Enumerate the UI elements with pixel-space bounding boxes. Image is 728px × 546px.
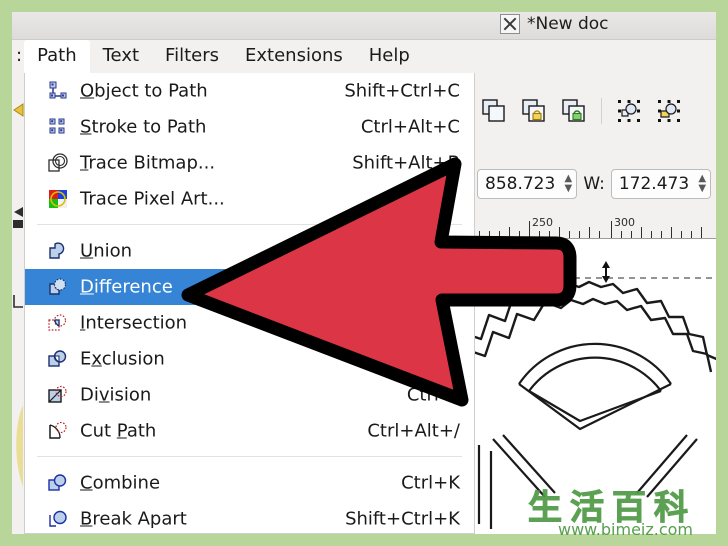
- window-title: *New doc: [527, 14, 609, 34]
- window-title-group: *New doc: [500, 14, 609, 34]
- editor-right-area: 858.723 ▲ ▼ W: 172.473 ▲ ▼ 250 300 *: [475, 73, 716, 534]
- unlock-object-icon[interactable]: [561, 98, 587, 124]
- difference-icon: [49, 278, 67, 295]
- menu-item-object-to-path[interactable]: Object to Path Shift+Ctrl+C: [25, 73, 474, 109]
- menubar-item-text[interactable]: Text: [90, 40, 152, 73]
- menubar-clipped-edge: :: [16, 45, 23, 66]
- object-to-path-icon: [49, 81, 67, 99]
- chevron-down-icon[interactable]: ▼: [564, 184, 572, 194]
- menu-item-accelerator: Shift+Ctrl+C: [344, 80, 460, 102]
- menu-item-division[interactable]: Division Ctrl+/: [25, 377, 474, 413]
- select-highlight-icon[interactable]: [656, 98, 682, 124]
- menu-separator-2: [37, 456, 462, 457]
- menu-item-stroke-to-path[interactable]: Stroke to Path Ctrl+Alt+C: [25, 109, 474, 145]
- width-value: 172.473: [618, 174, 690, 194]
- y-coordinate-spinner[interactable]: 858.723 ▲ ▼: [477, 169, 578, 199]
- union-icon: [49, 242, 65, 259]
- menu-item-label: Object to Path: [80, 80, 208, 102]
- vertical-resize-handle: [602, 261, 610, 283]
- menu-separator-1: [37, 224, 462, 225]
- menu-item-accelerator: Shift+Alt+B: [352, 152, 460, 174]
- menu-item-accelerator: Ctrl+K: [401, 472, 460, 494]
- screenshot-root: *New doc : Path Text Filters Extensions …: [0, 0, 728, 546]
- title-bar: *New doc: [12, 12, 716, 40]
- width-label: W:: [583, 174, 605, 194]
- trace-bitmap-icon: [48, 153, 68, 172]
- cut-path-icon: [49, 421, 67, 439]
- node-tool-icon[interactable]: [12, 101, 24, 123]
- tool-controls-bar[interactable]: 858.723 ▲ ▼ W: 172.473 ▲ ▼: [475, 161, 716, 207]
- y-coordinate-value: 858.723: [485, 174, 556, 194]
- path-dropdown-menu[interactable]: Object to Path Shift+Ctrl+C Stroke to Pa…: [24, 73, 475, 534]
- menu-item-combine[interactable]: Combine Ctrl+K: [25, 465, 474, 501]
- horizontal-ruler[interactable]: 250 300: [475, 215, 716, 239]
- trace-pixel-art-icon: [49, 190, 67, 208]
- select-same-icon[interactable]: [616, 98, 642, 124]
- spinner-arrows[interactable]: ▲ ▼: [560, 170, 576, 198]
- menubar-item-help[interactable]: Help: [356, 40, 423, 73]
- menu-item-accelerator: Shift+Ctrl+K: [345, 508, 460, 530]
- gear-outline-sketch[interactable]: *: [475, 239, 716, 534]
- menu-item-label: Union: [80, 240, 133, 262]
- measure-tool-icon[interactable]: [12, 291, 24, 311]
- drawing-canvas[interactable]: *: [475, 239, 716, 534]
- menu-item-difference[interactable]: Difference: [25, 269, 474, 305]
- menu-item-label: Division: [80, 384, 152, 406]
- menubar-item-extensions[interactable]: Extensions: [232, 40, 356, 73]
- menubar-item-filters[interactable]: Filters: [152, 40, 232, 73]
- menu-item-exclusion[interactable]: Exclusion: [25, 341, 474, 377]
- duplicate-icon[interactable]: [481, 98, 507, 124]
- menubar-item-path[interactable]: Path: [24, 40, 90, 73]
- menu-item-intersection[interactable]: Intersection: [25, 305, 474, 341]
- lock-object-icon[interactable]: [521, 98, 547, 124]
- exclusion-icon: [48, 350, 67, 367]
- menu-item-accelerator: Ctrl+Alt+/: [367, 420, 460, 442]
- menu-item-label: Stroke to Path: [80, 116, 207, 138]
- menu-item-cut-path[interactable]: Cut Path Ctrl+Alt+/: [25, 413, 474, 449]
- menu-bar[interactable]: : Path Text Filters Extensions Help: [12, 40, 716, 73]
- menu-item-label: Exclusion: [80, 348, 165, 370]
- calligraphy-tool-icon[interactable]: [12, 401, 24, 491]
- menu-item-label: Trace Pixel Art...: [80, 188, 225, 210]
- break-apart-icon: [49, 510, 67, 527]
- menu-item-label: Trace Bitmap...: [80, 152, 216, 174]
- menu-item-accelerator: Ctrl+Alt+C: [360, 116, 460, 138]
- x-window-icon: [500, 14, 520, 34]
- ruler-label-300: 300: [614, 216, 635, 229]
- menu-item-trace-pixel-art[interactable]: Trace Pixel Art...: [25, 181, 474, 217]
- combine-icon: [48, 474, 67, 491]
- menu-item-label: Difference: [80, 276, 173, 298]
- menu-item-label: Break Apart: [80, 508, 187, 530]
- menu-item-label: Intersection: [80, 312, 188, 334]
- inkscape-window: *New doc : Path Text Filters Extensions …: [12, 12, 716, 534]
- command-bar-separator: [601, 98, 602, 124]
- chevron-down-icon[interactable]: ▼: [698, 184, 706, 194]
- stroke-to-path-icon: [49, 118, 65, 134]
- command-bar[interactable]: [475, 89, 716, 133]
- snap-marker-icon: *: [487, 240, 494, 255]
- division-icon: [48, 385, 67, 403]
- gradient-tool-icon[interactable]: [12, 205, 24, 233]
- menu-item-label: Combine: [80, 472, 161, 494]
- menu-item-accelerator: Ctrl+/: [406, 384, 460, 406]
- tool-box-strip[interactable]: [12, 73, 24, 534]
- menu-item-break-apart[interactable]: Break Apart Shift+Ctrl+K: [25, 501, 474, 533]
- ruler-label-250: 250: [532, 216, 553, 229]
- menu-item-union[interactable]: Union: [25, 233, 474, 269]
- spinner-arrows[interactable]: ▲ ▼: [694, 170, 710, 198]
- menu-item-label: Cut Path: [80, 420, 157, 442]
- width-spinner[interactable]: 172.473 ▲ ▼: [610, 169, 712, 199]
- intersection-icon: [48, 314, 67, 331]
- menu-item-trace-bitmap[interactable]: Trace Bitmap... Shift+Alt+B: [25, 145, 474, 181]
